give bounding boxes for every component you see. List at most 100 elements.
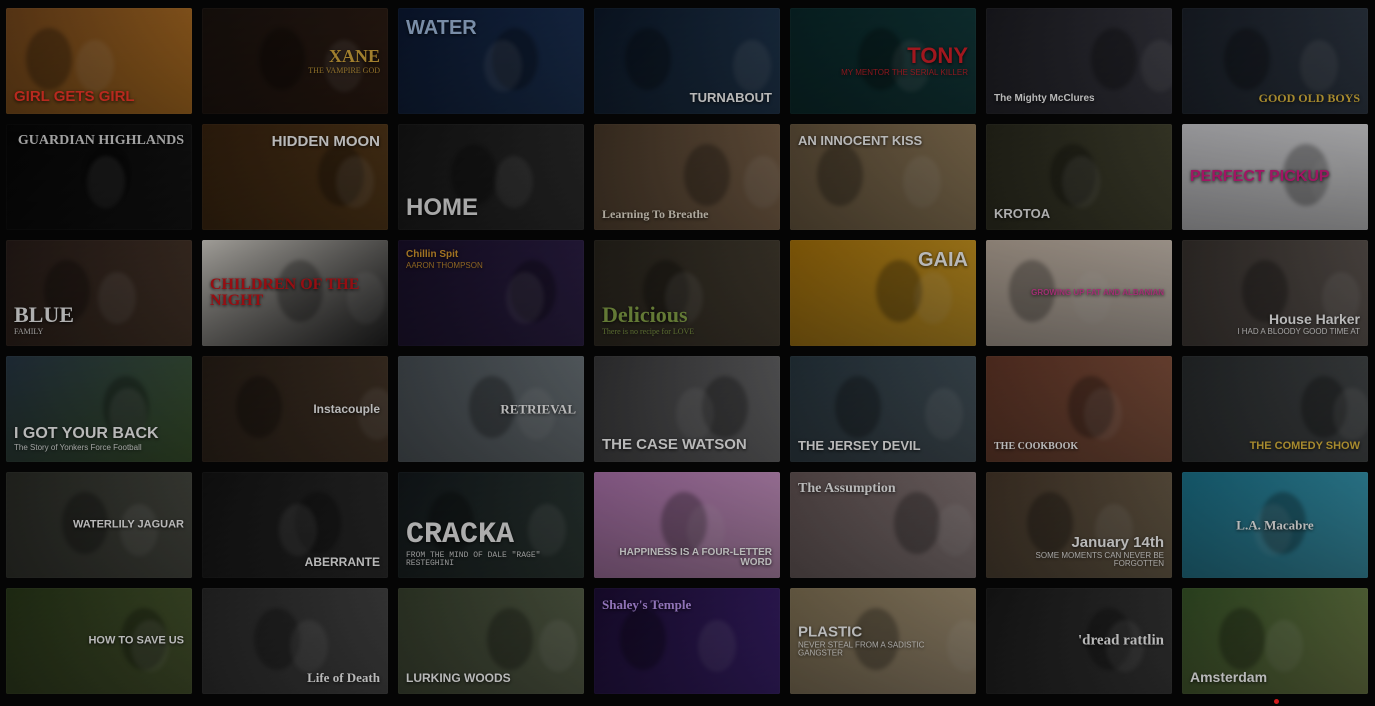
- poster-title-text: LURKING WOODS: [406, 671, 511, 685]
- movie-poster-tile[interactable]: GUARDIAN HIGHLANDS: [6, 124, 192, 230]
- poster-title: GIRL GETS GIRL: [14, 89, 184, 104]
- movie-poster-tile[interactable]: BLUE FAMILY: [6, 240, 192, 346]
- movie-poster-tile[interactable]: LURKING WOODS: [398, 588, 584, 694]
- poster-title-text: GIRL GETS GIRL: [14, 88, 135, 105]
- movie-poster-tile[interactable]: PERFECT PICKUP: [1182, 124, 1368, 230]
- poster-title-text: January 14th: [1071, 534, 1164, 551]
- movie-poster-tile[interactable]: HOW TO SAVE US: [6, 588, 192, 694]
- movie-poster-tile[interactable]: HAPPINESS IS A FOUR-LETTER WORD: [594, 472, 780, 578]
- movie-poster-tile[interactable]: CRACKA FROM THE MIND OF DALE "RAGE" RESTE…: [398, 472, 584, 578]
- poster-title-text: BLUE: [14, 302, 74, 327]
- poster-title-text: Life of Death: [307, 670, 380, 685]
- poster-title: ABERRANTE: [210, 556, 380, 568]
- poster-title-text: THE CASE WATSON: [602, 436, 747, 453]
- poster-subtitle: AARON THOMPSON: [406, 261, 483, 270]
- poster-title-text: XANE: [328, 46, 380, 66]
- poster-title: XANE THE VAMPIRE GOD: [210, 47, 380, 75]
- poster-title: HIDDEN MOON: [210, 134, 380, 149]
- poster-title: Amsterdam: [1190, 670, 1360, 684]
- poster-title-text: ABERRANTE: [304, 555, 380, 569]
- movie-poster-tile[interactable]: CHILDREN OF THE NIGHT: [202, 240, 388, 346]
- movie-poster-tile[interactable]: KROTOA: [986, 124, 1172, 230]
- poster-title-text: Shaley's Temple: [602, 597, 692, 612]
- poster-title-text: CRACKA: [406, 518, 515, 552]
- poster-title: GROWING UP FAT AND ALBANIAN: [994, 289, 1164, 297]
- movie-poster-tile[interactable]: TONY MY MENTOR THE SERIAL KILLER: [790, 8, 976, 114]
- movie-poster-tile[interactable]: Learning To Breathe: [594, 124, 780, 230]
- poster-title: January 14th SOME MOMENTS CAN NEVER BE FO…: [994, 535, 1164, 568]
- poster-title-text: THE COMEDY SHOW: [1249, 440, 1360, 452]
- poster-title: Chillin Spit AARON THOMPSON: [406, 250, 576, 270]
- movie-poster-tile[interactable]: Chillin Spit AARON THOMPSON: [398, 240, 584, 346]
- poster-title: WATERLILY JAGUAR: [14, 518, 184, 531]
- poster-title-text: 'dread rattlin: [1078, 632, 1164, 649]
- poster-title-text: GOOD OLD BOYS: [1258, 91, 1360, 105]
- poster-title: GAIA: [798, 250, 968, 270]
- poster-title: HOME: [406, 196, 576, 220]
- movie-poster-tile[interactable]: Instacouple: [202, 356, 388, 462]
- poster-title-text: Learning To Breathe: [602, 207, 709, 221]
- poster-title: CHILDREN OF THE NIGHT: [210, 277, 380, 309]
- movie-poster-tile[interactable]: Amsterdam: [1182, 588, 1368, 694]
- movie-poster-tile[interactable]: THE JERSEY DEVIL: [790, 356, 976, 462]
- movie-poster-tile[interactable]: THE CASE WATSON: [594, 356, 780, 462]
- poster-title-text: WATER: [406, 17, 477, 39]
- movie-poster-tile[interactable]: GAIA: [790, 240, 976, 346]
- movie-poster-tile[interactable]: TURNABOUT: [594, 8, 780, 114]
- poster-subtitle: FROM THE MIND OF DALE "RAGE" RESTEGHINI: [406, 551, 541, 568]
- movie-poster-tile[interactable]: WATERLILY JAGUAR: [6, 472, 192, 578]
- movie-poster-tile[interactable]: RETRIEVAL: [398, 356, 584, 462]
- movie-poster-tile[interactable]: GIRL GETS GIRL: [6, 8, 192, 114]
- poster-title-text: AN INNOCENT KISS: [798, 133, 923, 148]
- poster-title-text: The Assumption: [798, 481, 896, 496]
- poster-title: LURKING WOODS: [406, 672, 576, 684]
- poster-title-text: THE JERSEY DEVIL: [798, 438, 921, 453]
- poster-title: Life of Death: [210, 671, 380, 684]
- poster-title-text: TONY: [907, 43, 968, 68]
- movie-poster-tile[interactable]: XANE THE VAMPIRE GOD: [202, 8, 388, 114]
- poster-title: TURNABOUT: [602, 91, 772, 104]
- indicator-dot: [1274, 699, 1279, 704]
- movie-poster-tile[interactable]: Life of Death: [202, 588, 388, 694]
- movie-poster-tile[interactable]: January 14th SOME MOMENTS CAN NEVER BE FO…: [986, 472, 1172, 578]
- movie-poster-tile[interactable]: AN INNOCENT KISS: [790, 124, 976, 230]
- poster-title: The Mighty McClures: [994, 94, 1164, 104]
- poster-title: THE JERSEY DEVIL: [798, 439, 968, 452]
- poster-title-text: HAPPINESS IS A FOUR-LETTER WORD: [619, 547, 772, 568]
- movie-poster-tile[interactable]: PLASTIC NEVER STEAL FROM A SADISTIC GANGS…: [790, 588, 976, 694]
- movie-poster-tile[interactable]: The Assumption: [790, 472, 976, 578]
- poster-title-text: HOME: [406, 194, 478, 221]
- poster-title: THE COOKBOOK: [994, 442, 1164, 452]
- poster-title-text: I GOT YOUR BACK: [14, 425, 159, 442]
- movie-poster-tile[interactable]: HOME: [398, 124, 584, 230]
- movie-poster-tile[interactable]: WATER: [398, 8, 584, 114]
- movie-poster-tile[interactable]: THE COOKBOOK: [986, 356, 1172, 462]
- poster-title: I GOT YOUR BACK The Story of Yonkers Forc…: [14, 426, 184, 452]
- poster-subtitle: SOME MOMENTS CAN NEVER BE FORGOTTEN: [1035, 551, 1164, 568]
- movie-poster-tile[interactable]: I GOT YOUR BACK The Story of Yonkers Forc…: [6, 356, 192, 462]
- poster-title-text: Instacouple: [313, 402, 380, 416]
- poster-title: 'dread rattlin: [994, 632, 1164, 649]
- movie-poster-tile[interactable]: GROWING UP FAT AND ALBANIAN: [986, 240, 1172, 346]
- movie-poster-tile[interactable]: HIDDEN MOON: [202, 124, 388, 230]
- poster-title-text: Delicious: [602, 302, 688, 327]
- movie-poster-tile[interactable]: The Mighty McClures: [986, 8, 1172, 114]
- movie-poster-tile[interactable]: THE COMEDY SHOW: [1182, 356, 1368, 462]
- movie-poster-tile[interactable]: 'dread rattlin: [986, 588, 1172, 694]
- poster-title-text: WATERLILY JAGUAR: [72, 518, 184, 531]
- movie-poster-tile[interactable]: Delicious There is no recipe for LOVE: [594, 240, 780, 346]
- movie-poster-tile[interactable]: GOOD OLD BOYS: [1182, 8, 1368, 114]
- movie-poster-tile[interactable]: House Harker I HAD A BLOODY GOOD TIME AT: [1182, 240, 1368, 346]
- poster-title: Shaley's Temple: [602, 598, 772, 611]
- poster-title: The Assumption: [798, 482, 968, 496]
- poster-title: HAPPINESS IS A FOUR-LETTER WORD: [602, 548, 772, 568]
- poster-title: Delicious There is no recipe for LOVE: [602, 304, 772, 336]
- poster-title: Learning To Breathe: [602, 208, 772, 220]
- movie-poster-tile[interactable]: ABERRANTE: [202, 472, 388, 578]
- poster-title-text: Chillin Spit: [406, 249, 459, 260]
- poster-title-text: GAIA: [918, 249, 968, 271]
- poster-title-text: THE COOKBOOK: [994, 441, 1079, 452]
- movie-poster-tile[interactable]: L.A. Macabre: [1182, 472, 1368, 578]
- movie-poster-tile[interactable]: Shaley's Temple: [594, 588, 780, 694]
- poster-title: WATER: [406, 18, 576, 38]
